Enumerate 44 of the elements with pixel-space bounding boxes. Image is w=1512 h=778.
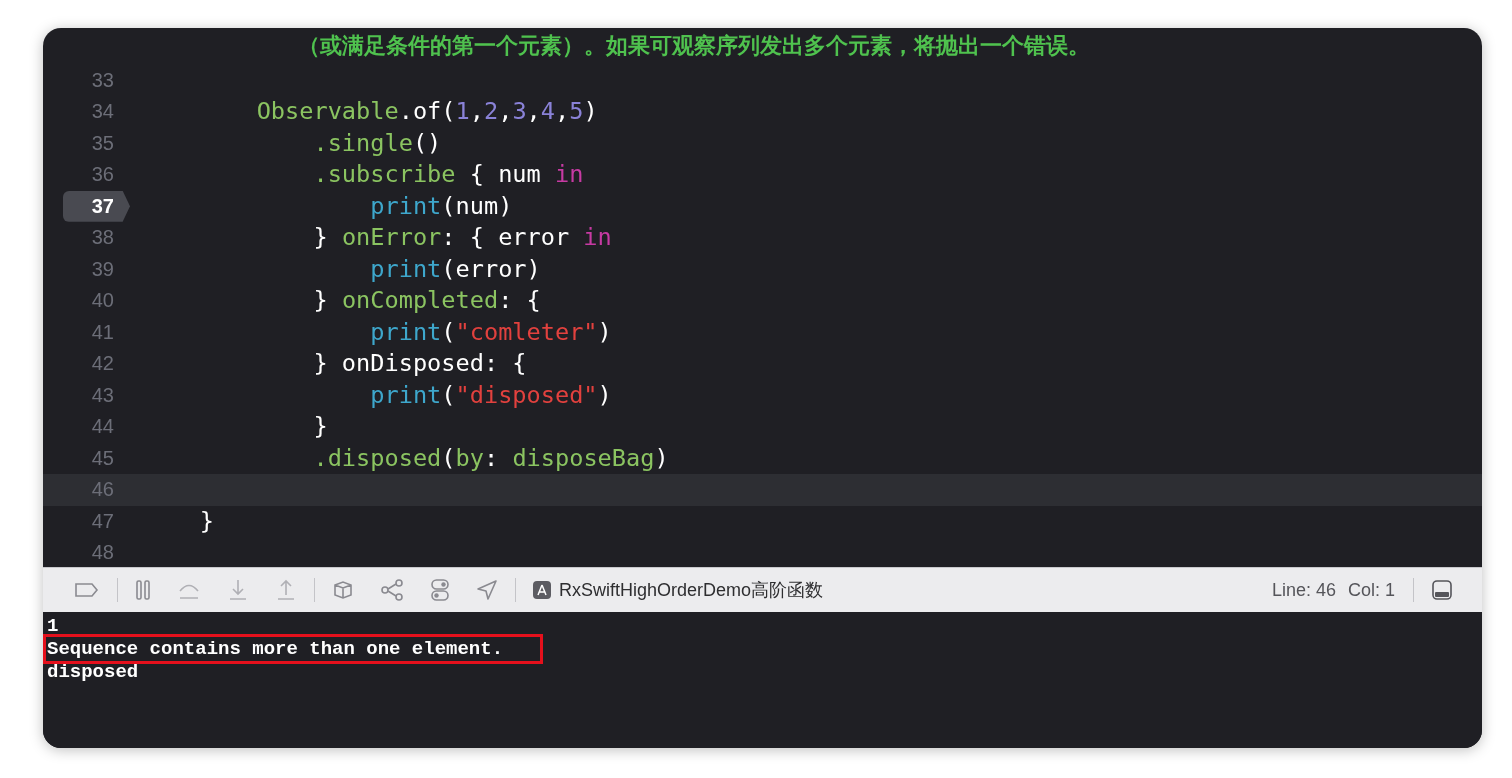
code-line: print(error) bbox=[369, 253, 541, 285]
code-line: .disposed(by: disposeBag) bbox=[312, 442, 669, 474]
console-text: disposed bbox=[47, 660, 139, 683]
step-out-icon[interactable] bbox=[275, 578, 297, 602]
line-number: 36 bbox=[90, 162, 115, 188]
line-number: 42 bbox=[90, 351, 115, 377]
breakpoint-icon[interactable] bbox=[74, 582, 100, 598]
code-line: print(num) bbox=[369, 190, 513, 222]
code-line: } bbox=[198, 505, 215, 537]
code-line: } onCompleted: { bbox=[312, 285, 541, 317]
column-position: Col: 1 bbox=[1347, 579, 1395, 601]
code-line: print("disposed") bbox=[369, 379, 612, 411]
scheme-name[interactable]: RxSwiftHighOrderDemo高阶函数 bbox=[559, 578, 824, 602]
code-line: print("comleter") bbox=[369, 316, 612, 348]
line-number: 39 bbox=[90, 256, 115, 282]
code-line: （或满足条件的第一个元素）。如果可观察序列发出多个元素，将抛出一个错误。 bbox=[297, 31, 1091, 60]
graph-icon[interactable] bbox=[380, 579, 404, 601]
line-number: 48 bbox=[90, 540, 115, 566]
code-line: Observable.of(1,2,3,4,5) bbox=[255, 96, 598, 128]
line-number: 34 bbox=[90, 99, 115, 125]
line-number: 47 bbox=[90, 508, 115, 534]
line-number: 45 bbox=[90, 445, 115, 471]
line-number: 35 bbox=[90, 130, 115, 156]
code-line: } bbox=[312, 411, 328, 443]
location-icon[interactable] bbox=[476, 579, 498, 601]
toggle-icon[interactable] bbox=[430, 578, 450, 602]
line-number: 33 bbox=[90, 67, 115, 93]
code-line: .subscribe { num in bbox=[312, 159, 584, 191]
app-icon[interactable] bbox=[533, 581, 551, 599]
line-number: 43 bbox=[90, 382, 115, 408]
line-number: 44 bbox=[90, 414, 115, 440]
line-number: 40 bbox=[90, 288, 115, 314]
line-position: Line: 46 bbox=[1271, 579, 1336, 601]
step-into-icon[interactable] bbox=[227, 578, 249, 602]
line-number: 41 bbox=[90, 319, 115, 345]
code-line: .single() bbox=[312, 127, 442, 159]
code-line: } onDisposed: { bbox=[312, 348, 527, 380]
line-number: 46 bbox=[90, 477, 115, 503]
pause-icon[interactable] bbox=[135, 579, 151, 601]
console-text: 1 bbox=[47, 614, 59, 637]
panel-toggle-icon[interactable] bbox=[1431, 579, 1453, 601]
code-line: } onError: { error in bbox=[312, 222, 612, 254]
line-number: 37 bbox=[63, 190, 130, 222]
line-number: 38 bbox=[90, 225, 115, 251]
